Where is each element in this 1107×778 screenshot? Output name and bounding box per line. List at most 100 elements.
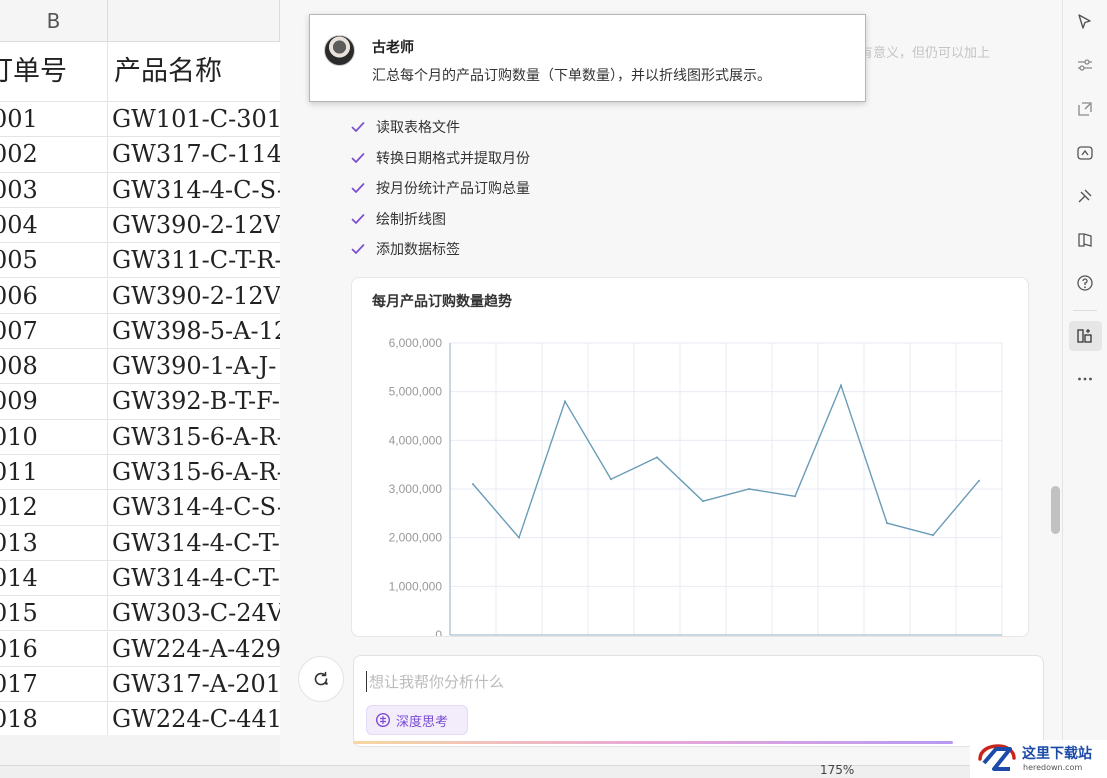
data-point bbox=[564, 400, 566, 403]
table-row: 017GW317-A-201 bbox=[0, 666, 280, 703]
order-no-cell[interactable]: 017 bbox=[0, 666, 108, 702]
order-no-cell[interactable]: 006 bbox=[0, 278, 108, 313]
order-no-cell[interactable]: 001 bbox=[0, 102, 108, 137]
product-name-cell[interactable]: GW224-A-429 bbox=[108, 632, 280, 666]
chat-input[interactable]: 想让我帮你分析什么 bbox=[366, 671, 504, 692]
status-bar: 175% bbox=[0, 763, 1107, 778]
product-name-cell[interactable]: GW317-A-201 bbox=[108, 667, 280, 701]
product-name-cell[interactable]: GW314-4-C-T- bbox=[108, 561, 280, 595]
data-point bbox=[610, 478, 612, 481]
order-no-cell[interactable]: 007 bbox=[0, 313, 108, 349]
more-icon[interactable] bbox=[1073, 367, 1097, 391]
table-row: 014GW314-4-C-T- bbox=[0, 560, 280, 597]
order-no-cell[interactable]: 003 bbox=[0, 172, 108, 207]
input-glow-bar bbox=[353, 741, 953, 744]
help-icon[interactable] bbox=[1073, 271, 1097, 295]
ai-data-analysis-icon[interactable] bbox=[1073, 324, 1097, 348]
filter-sliders-icon[interactable] bbox=[1073, 53, 1097, 77]
avatar bbox=[324, 35, 355, 66]
task-step: 转换日期格式并提取月份 bbox=[350, 143, 530, 174]
product-name-cell[interactable]: GW101-C-301 bbox=[108, 102, 280, 136]
product-name-cell[interactable]: GW315-6-A-R- bbox=[108, 455, 280, 489]
product-name-cell[interactable]: GW314-4-C-S- bbox=[108, 490, 280, 524]
data-point bbox=[748, 488, 750, 490]
product-name-cell[interactable]: GW317-C-114 bbox=[108, 137, 280, 171]
task-step: 绘制折线图 bbox=[350, 204, 530, 235]
product-name-cell[interactable]: GW315-6-A-R- bbox=[108, 420, 280, 454]
watermark-title: 这里下载站 bbox=[1022, 746, 1092, 762]
product-name-cell[interactable]: GW390-2-12V- bbox=[108, 279, 280, 313]
y-tick-label: 6,000,000 bbox=[389, 336, 443, 350]
column-header-b[interactable]: B bbox=[0, 0, 108, 42]
data-point bbox=[886, 522, 888, 525]
order-no-cell[interactable]: 014 bbox=[0, 560, 108, 596]
table-row: 004GW390-2-12V- bbox=[0, 207, 280, 244]
y-tick-label: 4,000,000 bbox=[389, 433, 443, 447]
order-no-cell[interactable]: 002 bbox=[0, 137, 108, 172]
user-message-card: 古老师 汇总每个月的产品订购数量（下单数量），并以折线图形式展示。 bbox=[309, 14, 866, 102]
refresh-icon bbox=[314, 671, 328, 686]
task-step-list: 读取表格文件转换日期格式并提取月份按月份统计产品订购总量 绘制折线图 添加数据标签 bbox=[350, 112, 530, 265]
table-row: 013GW314-4-C-T- bbox=[0, 525, 280, 561]
deep-think-label: 深度思考 bbox=[396, 714, 449, 730]
task-step: 读取表格文件 bbox=[350, 112, 530, 143]
cursor-select-icon[interactable] bbox=[1073, 10, 1097, 34]
order-no-cell[interactable]: 004 bbox=[0, 207, 108, 243]
y-tick-label: 2,000,000 bbox=[389, 531, 443, 545]
order-no-cell[interactable]: 008 bbox=[0, 349, 108, 384]
header-order-no[interactable]: 订单号 bbox=[0, 42, 108, 101]
refresh-button[interactable] bbox=[298, 656, 344, 702]
table-row: 003GW314-4-C-S- bbox=[0, 172, 280, 208]
data-point bbox=[978, 479, 980, 482]
right-toolbar bbox=[1062, 0, 1107, 765]
product-name-cell[interactable]: GW392-B-T-F- bbox=[108, 384, 280, 418]
table-row: 015GW303-C-24VD bbox=[0, 596, 280, 632]
tools-icon[interactable] bbox=[1073, 184, 1097, 208]
table-row: 008GW390-1-A-J- bbox=[0, 349, 280, 385]
chat-input-box[interactable]: 想让我帮你分析什么 深度思考 bbox=[353, 655, 1044, 747]
panel-scrollbar[interactable] bbox=[1051, 486, 1060, 534]
y-tick-label: 1,000,000 bbox=[389, 579, 443, 593]
order-no-cell[interactable]: 012 bbox=[0, 490, 108, 525]
product-name-cell[interactable]: GW390-2-12V- bbox=[108, 208, 280, 242]
product-name-cell[interactable]: GW398-5-A-12 bbox=[108, 314, 280, 348]
order-no-cell[interactable]: 018 bbox=[0, 702, 108, 735]
task-step: 添加数据标签 bbox=[350, 234, 530, 265]
data-point bbox=[518, 536, 520, 539]
order-no-cell[interactable]: 005 bbox=[0, 243, 108, 278]
order-no-cell[interactable]: 009 bbox=[0, 384, 108, 419]
check-icon bbox=[351, 213, 365, 224]
task-step: 按月份统计产品订购总量 bbox=[350, 173, 530, 204]
order-no-cell[interactable]: 010 bbox=[0, 419, 108, 454]
order-no-cell[interactable]: 015 bbox=[0, 596, 108, 631]
y-tick-label: 5,000,000 bbox=[389, 385, 443, 399]
deep-think-button[interactable]: 深度思考 bbox=[366, 705, 468, 735]
image-edit-icon[interactable] bbox=[1073, 141, 1097, 165]
spreadsheet-grid[interactable]: B 订单号产品名称001GW101-C-301002GW317-C-114003… bbox=[0, 0, 280, 735]
table-row: 012GW314-4-C-S- bbox=[0, 490, 280, 526]
import-frame-icon[interactable] bbox=[1073, 97, 1097, 121]
product-name-cell[interactable]: GW303-C-24VD bbox=[108, 596, 280, 630]
data-point bbox=[840, 384, 842, 387]
book-icon[interactable] bbox=[1073, 228, 1097, 252]
table-row: 001GW101-C-301 bbox=[0, 102, 280, 138]
column-header-c[interactable] bbox=[108, 0, 280, 42]
user-message: 汇总每个月的产品订购数量（下单数量），并以折线图形式展示。 bbox=[372, 68, 771, 84]
product-name-cell[interactable]: GW314-4-C-T- bbox=[108, 526, 280, 560]
data-point bbox=[702, 500, 704, 503]
product-name-cell[interactable]: GW314-4-C-S- bbox=[108, 173, 280, 207]
product-name-cell[interactable]: GW390-1-A-J- bbox=[108, 349, 280, 383]
task-step-label: 转换日期格式并提取月份 bbox=[376, 150, 530, 167]
table-row: 002GW317-C-114 bbox=[0, 137, 280, 173]
check-icon bbox=[351, 152, 365, 163]
order-no-cell[interactable]: 016 bbox=[0, 631, 108, 666]
order-no-cell[interactable]: 013 bbox=[0, 525, 108, 560]
table-row: 006GW390-2-12V- bbox=[0, 278, 280, 314]
product-name-cell[interactable]: GW224-C-441 bbox=[108, 702, 280, 735]
table-row: 010GW315-6-A-R- bbox=[0, 419, 280, 455]
product-name-cell[interactable]: GW311-C-T-R- bbox=[108, 243, 280, 277]
header-product-name[interactable]: 产品名称 bbox=[108, 42, 280, 101]
order-no-cell[interactable]: 011 bbox=[0, 455, 108, 490]
table-row: 005GW311-C-T-R- bbox=[0, 243, 280, 279]
zoom-level[interactable]: 175% bbox=[820, 763, 854, 777]
